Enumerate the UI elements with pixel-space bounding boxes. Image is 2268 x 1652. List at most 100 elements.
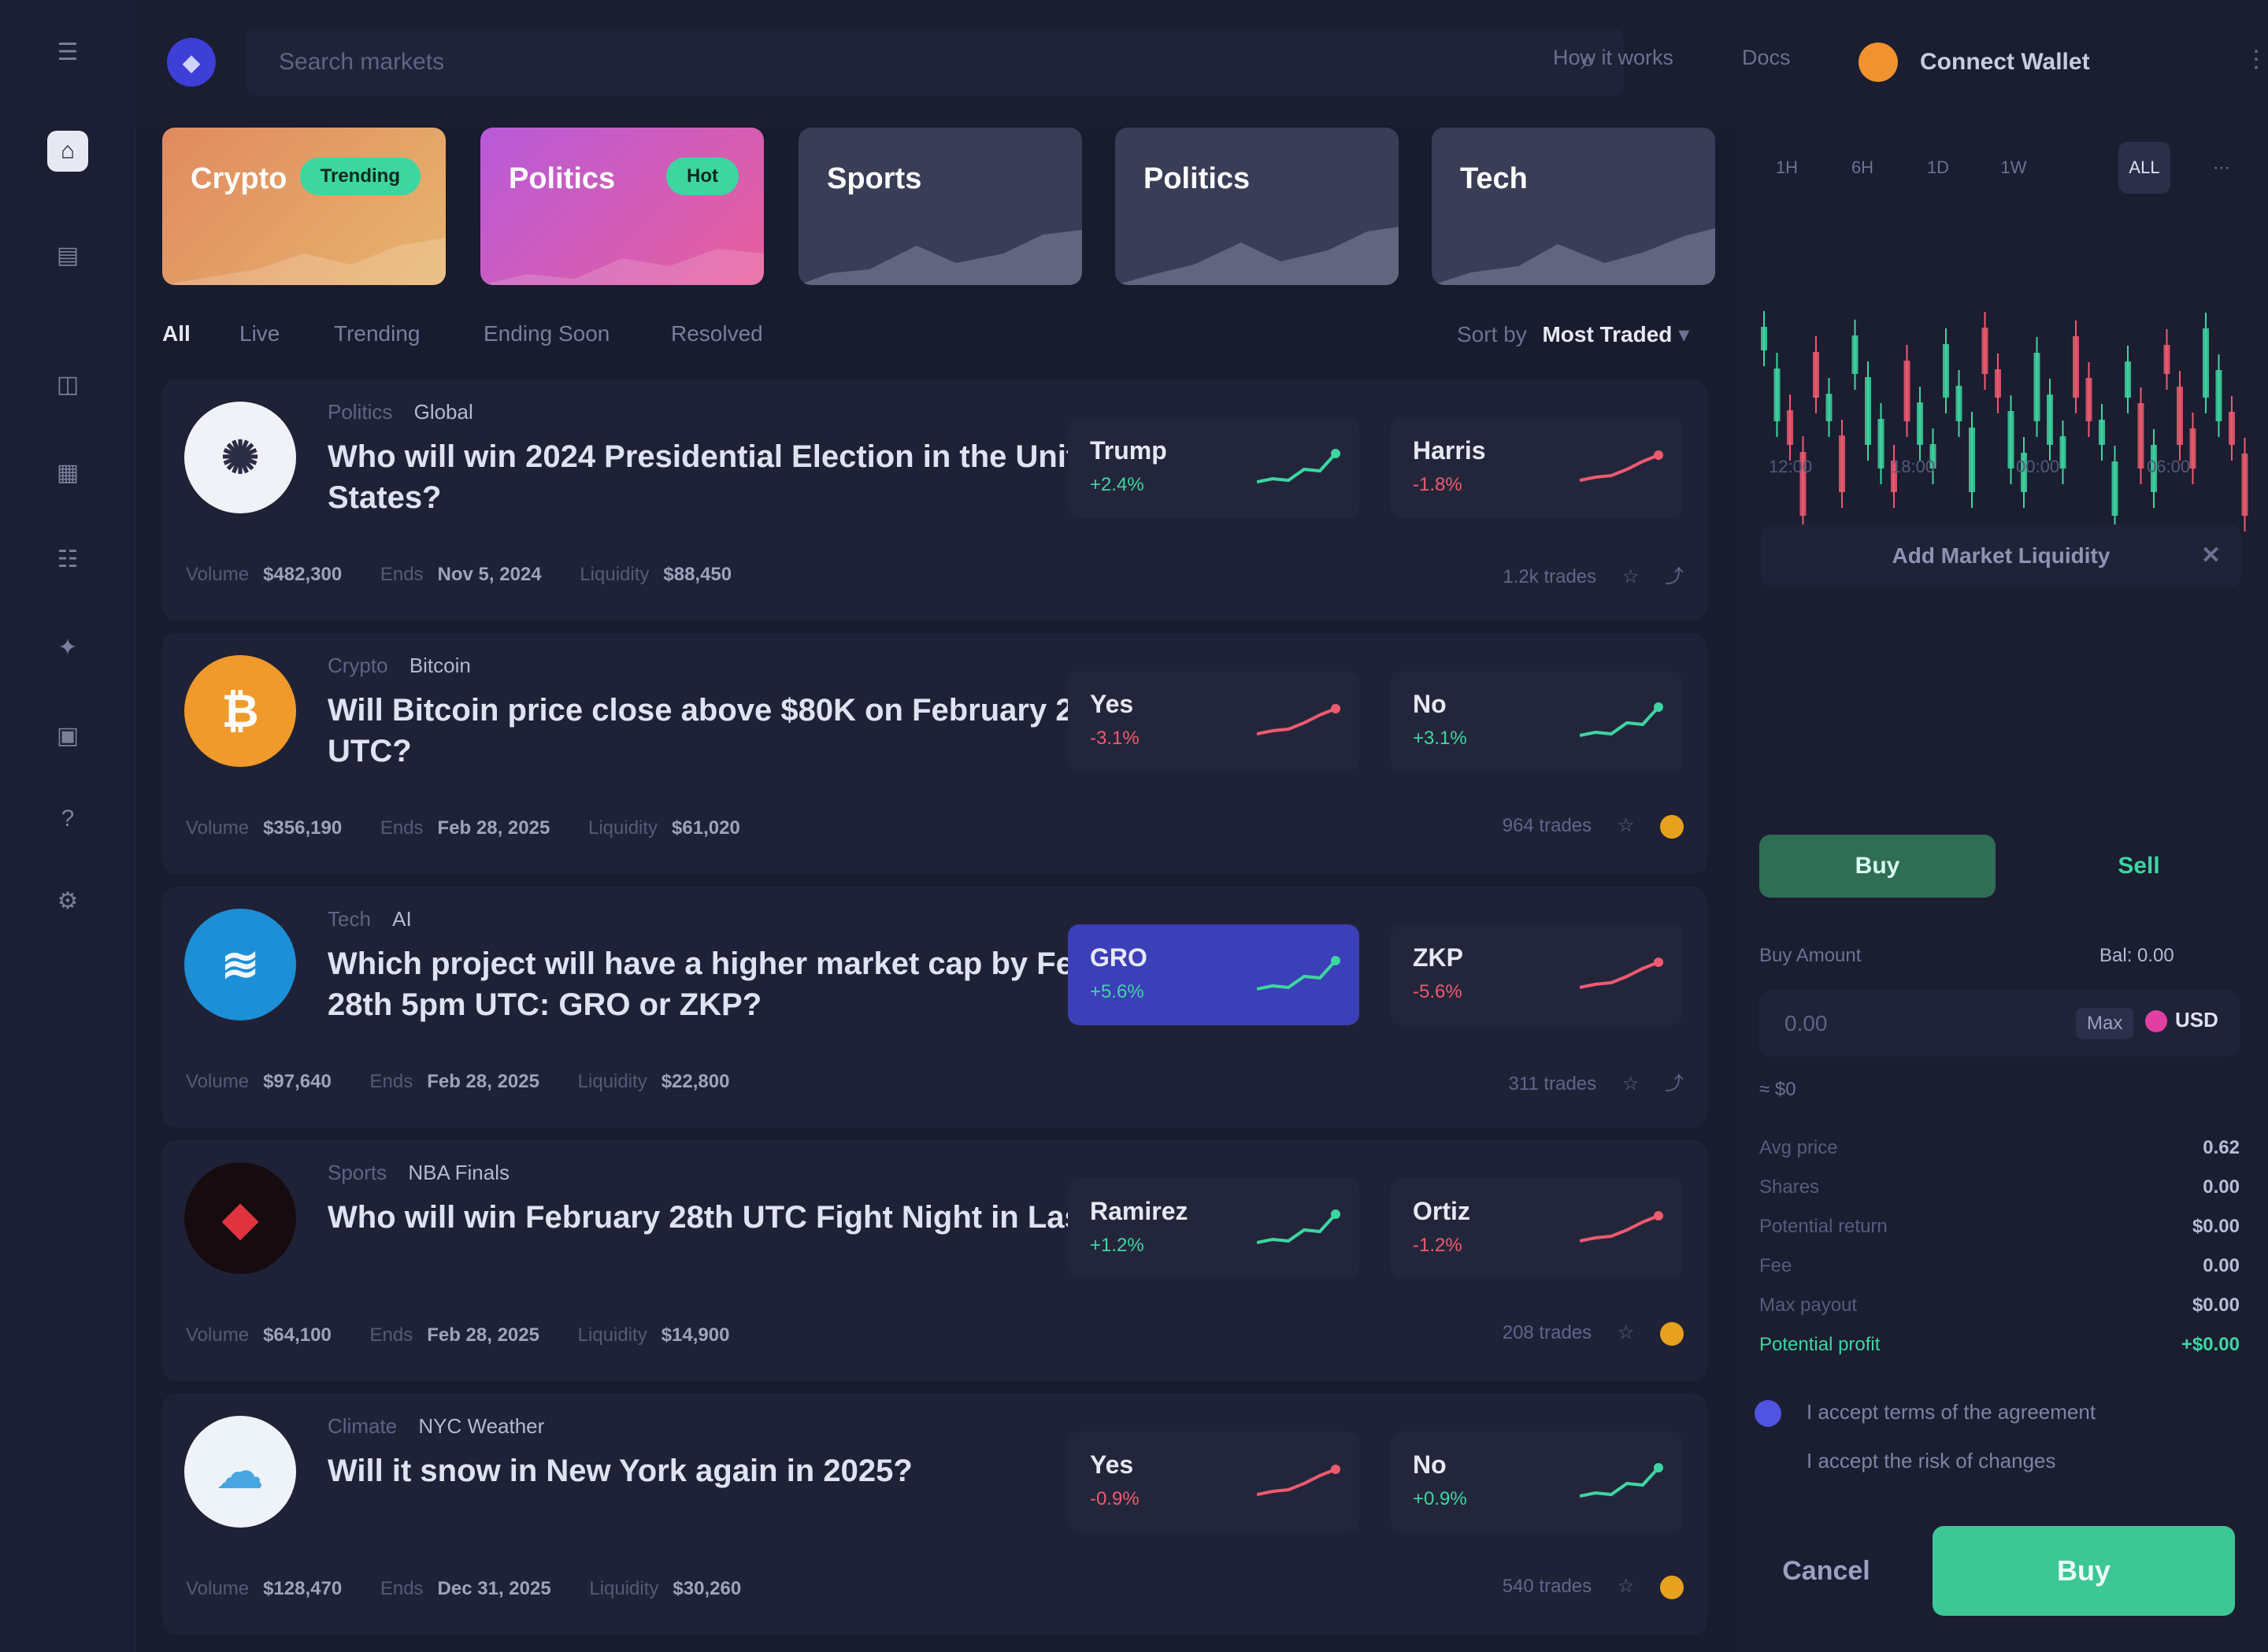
bookmark-icon[interactable]: ☆ (1618, 814, 1635, 837)
option-card[interactable]: ZKP -5.6% (1391, 924, 1682, 1025)
buy-tab[interactable]: Buy (1759, 835, 1996, 898)
market-category[interactable]: Politics (328, 400, 392, 424)
market-card[interactable]: ₿ Crypto Bitcoin Will Bitcoin price clos… (162, 633, 1707, 874)
timeframe-1d[interactable]: 1D (1912, 142, 1964, 194)
search-input[interactable]: Search markets (279, 49, 444, 76)
buy-button[interactable]: Buy (1933, 1526, 2235, 1616)
market-tag[interactable]: NBA Finals (408, 1161, 510, 1184)
app-logo[interactable]: ◆ (167, 38, 216, 87)
amount-input[interactable]: 0.00 (1784, 1011, 1828, 1036)
menu-icon[interactable]: ☰ (47, 31, 88, 72)
tab-live[interactable]: Live (239, 321, 280, 346)
market-card[interactable]: ☁ Climate NYC Weather Will it snow in Ne… (162, 1394, 1707, 1635)
trades-count: 540 trades (1502, 1576, 1592, 1597)
tab-trending[interactable]: Trending (334, 321, 420, 346)
favorite-icon[interactable] (1660, 1321, 1684, 1346)
activity-icon[interactable]: ▦ (47, 452, 88, 493)
timeframe-1h[interactable]: 1H (1761, 142, 1813, 194)
currency-selector[interactable]: USD (2145, 1008, 2218, 1033)
option-card[interactable]: No +0.9% (1391, 1432, 1682, 1532)
timeframe-all[interactable]: ALL (2118, 142, 2170, 194)
market-card[interactable]: ✺ Politics Global Who will win 2024 Pres… (162, 380, 1707, 620)
featured-card-crypto[interactable]: Crypto Trending (162, 128, 446, 285)
favorite-icon[interactable] (1660, 814, 1684, 839)
option-card[interactable]: Yes -0.9% (1068, 1432, 1359, 1532)
portfolio-icon[interactable]: ◫ (47, 364, 88, 405)
market-card[interactable]: ◆ Sports NBA Finals Who will win Februar… (162, 1140, 1707, 1381)
sort-dropdown[interactable]: Sort by Most Traded ▾ (1457, 321, 1689, 347)
market-category[interactable]: Climate (328, 1414, 397, 1438)
option-card[interactable]: Ramirez +1.2% (1068, 1178, 1359, 1279)
kebab-menu-icon[interactable]: ⋮ (2244, 46, 2268, 73)
option-card[interactable]: Trump +2.4% (1068, 417, 1359, 518)
risk-checkbox[interactable]: I accept the risk of changes (1755, 1449, 2243, 1476)
stat-value: $14,900 (661, 1324, 730, 1346)
option-name: GRO (1090, 943, 1147, 972)
market-tag[interactable]: AI (392, 907, 412, 931)
timeframe-1w[interactable]: 1W (1988, 142, 2040, 194)
favorite-icon[interactable] (1660, 1575, 1684, 1599)
market-category[interactable]: Tech (328, 907, 371, 931)
max-button[interactable]: Max (2076, 1008, 2134, 1039)
cancel-button[interactable]: Cancel (1759, 1528, 1893, 1614)
option-card[interactable]: GRO +5.6% (1068, 924, 1359, 1025)
bookmark-icon[interactable]: ☆ (1622, 1072, 1640, 1095)
option-card[interactable]: Ortiz -1.2% (1391, 1178, 1682, 1279)
markets-icon[interactable]: ▤ (47, 235, 88, 276)
settings-icon[interactable]: ⚙ (47, 880, 88, 921)
featured-label: Politics (1143, 162, 1251, 195)
help-icon[interactable]: ? (47, 798, 88, 839)
option-card[interactable]: Harris -1.8% (1391, 417, 1682, 518)
amount-field[interactable]: 0.00 Max USD (1759, 991, 2240, 1057)
team-icon: ◆ (184, 1162, 296, 1274)
tab-ending-soon[interactable]: Ending Soon (484, 321, 610, 346)
candle (1969, 428, 1975, 492)
market-tag[interactable]: NYC Weather (418, 1414, 544, 1438)
share-icon[interactable]: ⤴ (1665, 1068, 1684, 1095)
market-tag[interactable]: Bitcoin (410, 654, 471, 677)
rewards-icon[interactable]: ✦ (47, 627, 88, 668)
market-stats: Volume $482,300 Ends Nov 5, 2024 Liquidity… (186, 564, 765, 586)
news-icon[interactable]: ▣ (47, 715, 88, 756)
market-category[interactable]: Crypto (328, 654, 388, 677)
profit-row: Potential profit +$0.00 (1759, 1334, 2240, 1356)
timeframe-6h[interactable]: 6H (1836, 142, 1888, 194)
candle (2099, 420, 2105, 445)
market-card[interactable]: ≋ Tech AI Which project will have a high… (162, 887, 1707, 1128)
terms-checkbox[interactable]: I accept terms of the agreement (1755, 1400, 2243, 1428)
close-icon[interactable]: ✕ (2201, 524, 2221, 587)
user-menu[interactable]: Connect Wallet ⋮ (1858, 31, 2268, 94)
featured-card-tech[interactable]: Tech (1432, 128, 1715, 285)
featured-card-politics-2[interactable]: Politics (1115, 128, 1399, 285)
bookmark-icon[interactable]: ☆ (1618, 1321, 1635, 1344)
checkbox-checked-icon[interactable] (1755, 1400, 1781, 1428)
bookmark-icon[interactable]: ☆ (1622, 565, 1640, 588)
market-category[interactable]: Sports (328, 1161, 387, 1184)
how-it-works-link[interactable]: How it works (1553, 46, 1673, 70)
home-icon[interactable]: ⌂ (47, 131, 88, 172)
candle (1773, 369, 1781, 421)
candle (2203, 328, 2209, 398)
option-card[interactable]: No +3.1% (1391, 671, 1682, 772)
featured-label: Tech (1460, 162, 1528, 195)
option-name: Ramirez (1090, 1197, 1188, 1225)
featured-card-sports[interactable]: Sports (799, 128, 1082, 285)
option-name: Ortiz (1413, 1197, 1470, 1225)
add-liquidity-label: Add Market Liquidity (1892, 543, 2110, 568)
docs-link[interactable]: Docs (1742, 46, 1791, 70)
more-icon[interactable]: ⋯ (2196, 142, 2248, 194)
option-sparkline (1580, 450, 1663, 482)
search-bar[interactable]: Search markets ⌕ (246, 28, 1624, 96)
bookmark-icon[interactable]: ☆ (1618, 1575, 1635, 1598)
tab-all[interactable]: All (162, 321, 191, 346)
checkbox-unchecked-icon[interactable] (1755, 1449, 1781, 1476)
market-tag[interactable]: Global (414, 400, 473, 424)
sell-tab[interactable]: Sell (2021, 835, 2257, 898)
add-liquidity-button[interactable]: Add Market Liquidity ✕ (1761, 524, 2241, 587)
tab-resolved[interactable]: Resolved (671, 321, 763, 346)
option-card[interactable]: Yes -3.1% (1068, 671, 1359, 772)
market-stats: Volume $128,470 Ends Dec 31, 2025 Liquidit… (186, 1578, 774, 1600)
share-icon[interactable]: ⤴ (1665, 561, 1684, 588)
featured-card-politics[interactable]: Politics Hot (480, 128, 764, 285)
leaderboard-icon[interactable]: ☷ (47, 539, 88, 580)
